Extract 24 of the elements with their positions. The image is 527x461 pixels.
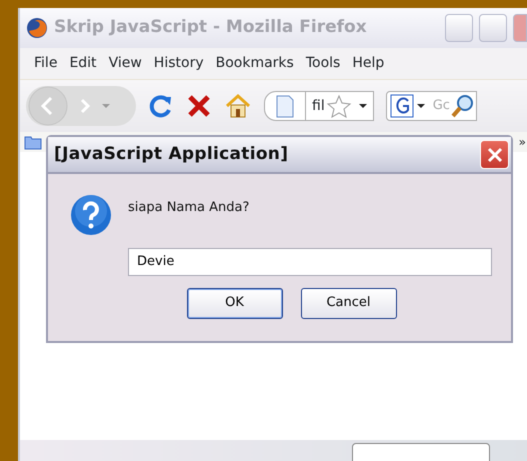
address-bar[interactable]: fil bbox=[264, 91, 374, 121]
folder-icon[interactable] bbox=[24, 134, 42, 150]
firefox-logo-icon bbox=[26, 17, 48, 39]
search-icon[interactable] bbox=[450, 93, 476, 119]
window-title: Skrip JavaScript - Mozilla Firefox bbox=[54, 16, 367, 40]
menu-item[interactable]: Edit bbox=[67, 53, 107, 74]
reload-icon[interactable] bbox=[148, 93, 174, 119]
overflow-chevron[interactable]: » bbox=[518, 133, 527, 151]
menu-item[interactable]: Help bbox=[350, 53, 394, 74]
menu-item[interactable]: Tools bbox=[304, 53, 350, 74]
dialog-button[interactable]: Cancel bbox=[300, 288, 396, 318]
name-input[interactable]: Devie bbox=[128, 248, 492, 276]
menu-item[interactable]: File bbox=[32, 53, 68, 74]
stop-icon[interactable] bbox=[186, 93, 212, 119]
question-icon bbox=[70, 194, 112, 236]
home-icon[interactable] bbox=[224, 93, 252, 119]
menu-item[interactable]: History bbox=[152, 53, 214, 74]
prompt-message: siapa Nama Anda? bbox=[128, 199, 250, 217]
search-engine-logo-icon bbox=[390, 94, 414, 118]
close-icon bbox=[486, 146, 504, 164]
dialog-button[interactable]: OK bbox=[186, 288, 282, 318]
menu-item[interactable]: Bookmarks bbox=[214, 53, 304, 74]
dialog-title: [JavaScript Application] bbox=[54, 142, 288, 166]
menu-item[interactable]: View bbox=[106, 53, 152, 74]
